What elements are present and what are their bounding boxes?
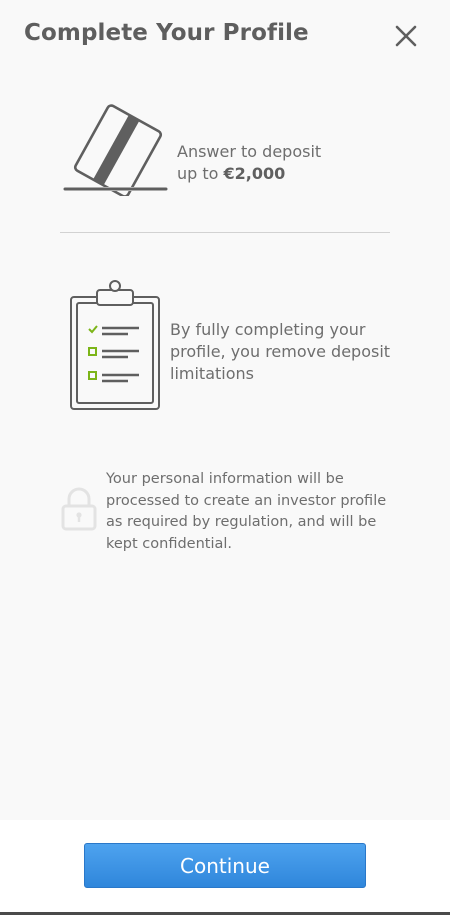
close-button[interactable] [388,18,424,54]
limitations-text: By fully completing your profile, you re… [170,320,391,383]
deposit-amount: €2,000 [223,164,286,183]
deposit-prefix: up to [177,164,224,183]
footer-bar: Continue [0,820,450,912]
privacy-notice: Your personal information will be proces… [106,471,387,552]
close-icon [395,25,417,47]
deposit-info: Answer to deposit up to €2,000 [177,141,377,185]
deposit-line: Answer to deposit [177,142,322,161]
section-divider [60,232,390,233]
clipboard-checklist-icon [70,280,160,410]
profile-screen: Complete Your Profile Answer to deposit … [0,0,450,915]
continue-button[interactable]: Continue [84,843,366,888]
credit-card-icon [63,104,168,196]
content-area: Complete Your Profile Answer to deposit … [0,0,450,820]
lock-icon [61,487,97,531]
deposit-amount-line: up to €2,000 [177,163,377,185]
page-title: Complete Your Profile [24,20,309,46]
